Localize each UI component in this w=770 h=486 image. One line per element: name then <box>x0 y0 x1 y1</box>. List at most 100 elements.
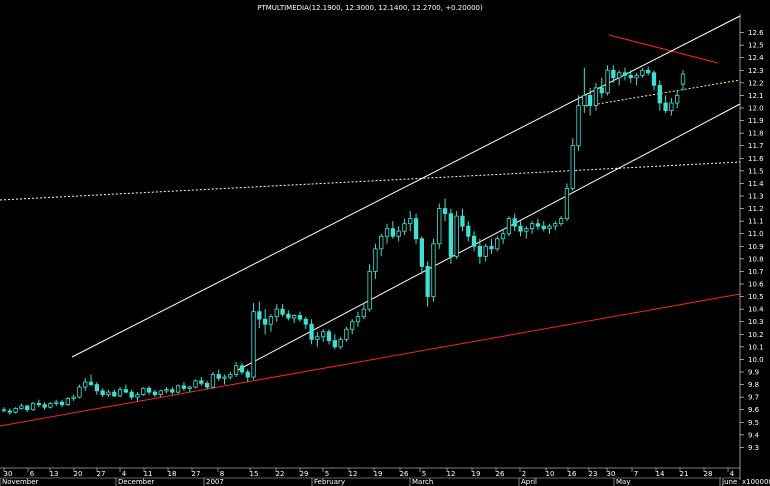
x-tick-label: 26 <box>400 470 409 478</box>
candle-body <box>42 404 47 408</box>
candle-body <box>350 321 355 330</box>
x-month-label: November <box>2 478 39 486</box>
candlestick-chart: PTMULTIMEDIA(12.1900, 12.3000, 12.1400, … <box>0 4 770 486</box>
candle-body <box>83 381 88 388</box>
y-axis: 12.6 12.5 12.4 12.3 12.2 12.1 12.0 11.9 11.8 11.7… <box>739 14 764 480</box>
candle-body <box>338 338 343 348</box>
candle-body <box>48 403 53 408</box>
x-tick-label: 6 <box>30 470 35 478</box>
x-tick-label: 19 <box>374 470 383 478</box>
horizontal-dotted-line <box>0 161 741 201</box>
candle-body <box>158 390 163 396</box>
candle-body <box>106 391 111 396</box>
y-tick-label: 11.2 <box>748 205 764 213</box>
candle-body <box>547 225 552 230</box>
x-tick-label: 4 <box>730 470 735 478</box>
x-tick-label: 7 <box>634 470 638 478</box>
x-tick-label: 5 <box>422 470 426 478</box>
candle-body <box>495 238 500 250</box>
candle-body <box>1 409 7 412</box>
candle-body <box>59 401 65 406</box>
y-tick-label: 10.4 <box>748 306 764 314</box>
candle-body <box>112 391 117 397</box>
candle-body <box>321 331 326 338</box>
red-resistance-line <box>608 34 719 64</box>
x-tick-label: 23 <box>589 470 598 478</box>
candle-body <box>199 380 204 384</box>
candle-body <box>30 403 36 411</box>
candle-body <box>326 331 332 341</box>
y-tick-label: 12.5 <box>748 42 764 50</box>
candle-body <box>164 389 169 392</box>
candle-body <box>193 380 198 388</box>
candle-body <box>135 394 140 398</box>
candle-body <box>344 328 349 340</box>
x-month-label: 2007 <box>206 478 224 486</box>
candle-body <box>332 340 337 348</box>
candle-body <box>65 397 70 406</box>
y-tick-label: 10.3 <box>748 318 764 326</box>
y-tick-label: 9.6 <box>748 406 760 414</box>
candle-body <box>152 391 158 396</box>
candle-body <box>210 374 216 388</box>
candle-body <box>628 74 633 79</box>
y-tick-label: 10.0 <box>748 356 764 364</box>
candle-body <box>36 403 41 406</box>
candle-body <box>361 308 366 318</box>
x-tick-label: 13 <box>50 470 59 478</box>
x-tick-label: 19 <box>472 470 481 478</box>
x-tick-label: 29 <box>300 470 309 478</box>
candle-body <box>129 391 134 398</box>
candle-body <box>675 95 680 104</box>
candle-body <box>431 243 436 297</box>
candle-body <box>13 408 18 413</box>
x-tick-label: 8 <box>220 470 224 478</box>
y-tick-label: 12.2 <box>748 79 764 87</box>
y-tick-label: 10.7 <box>748 268 764 276</box>
candle-body <box>419 238 424 267</box>
y-tick-label: 11.3 <box>748 193 764 201</box>
candle-body <box>251 311 256 378</box>
candle-body <box>292 315 297 319</box>
candle-body <box>19 405 24 409</box>
x-tick-label: 28 <box>704 470 713 478</box>
candle-body <box>651 72 657 86</box>
candles-layer <box>1 65 686 415</box>
candle-body <box>553 223 558 227</box>
candle-body <box>524 228 529 232</box>
x-month-label: February <box>314 478 345 486</box>
candle-body <box>588 95 593 106</box>
candle-body <box>570 145 575 189</box>
candle-body <box>663 102 668 111</box>
y-tick-label: 12.4 <box>748 54 764 62</box>
candle-body <box>454 215 459 257</box>
candle-body <box>228 374 233 378</box>
candle-body <box>233 365 239 375</box>
candle-body <box>605 69 610 94</box>
candle-body <box>367 271 372 310</box>
red-support-line <box>0 293 741 427</box>
y-tick-label: 10.2 <box>748 331 764 339</box>
candle-body <box>413 218 419 240</box>
y-tick-label: 11.9 <box>748 117 764 125</box>
candle-body <box>425 265 430 297</box>
candle-body <box>77 386 82 398</box>
candle-body <box>599 87 604 94</box>
y-tick-label: 9.9 <box>748 369 759 377</box>
candle-body <box>611 69 616 79</box>
x-tick-label: 14 <box>656 470 665 478</box>
candle-body <box>315 336 320 340</box>
candle-body <box>640 69 645 76</box>
candle-body <box>268 316 274 325</box>
y-tick-label: 9.3 <box>748 444 759 452</box>
candle-body <box>170 389 175 393</box>
y-tick-label: 11.1 <box>748 218 764 226</box>
candle-body <box>117 389 123 397</box>
candle-body <box>379 235 384 250</box>
y-tick-label: 10.6 <box>748 281 764 289</box>
x-tick-label: 27 <box>192 470 201 478</box>
candle-body <box>529 223 535 230</box>
candle-body <box>576 105 581 147</box>
x-tick-label: 11 <box>144 470 153 478</box>
candle-body <box>181 385 187 389</box>
